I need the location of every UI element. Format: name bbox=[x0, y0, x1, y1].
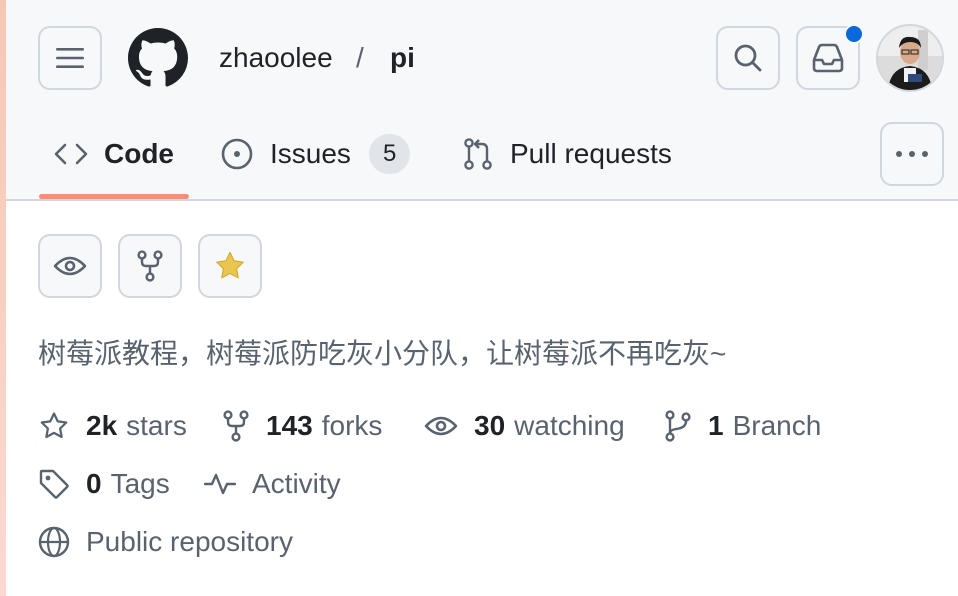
activity-link[interactable]: Activity bbox=[204, 468, 341, 500]
forks-label: forks bbox=[321, 410, 383, 441]
tags-count: 0 bbox=[86, 468, 102, 499]
branch-label: Branch bbox=[732, 410, 822, 441]
stars-link[interactable]: 2k stars bbox=[38, 410, 187, 442]
tab-pull-requests[interactable]: Pull requests bbox=[462, 124, 672, 184]
tag-icon bbox=[39, 469, 69, 499]
star-button[interactable] bbox=[198, 234, 262, 298]
code-icon bbox=[54, 143, 88, 165]
tab-pull-requests-label: Pull requests bbox=[510, 138, 672, 169]
more-tabs-button[interactable] bbox=[880, 122, 944, 186]
notification-dot bbox=[844, 24, 864, 44]
tab-issues[interactable]: Issues 5 bbox=[220, 124, 411, 184]
forks-link[interactable]: 143 forks bbox=[222, 410, 382, 442]
pulse-icon bbox=[204, 473, 236, 495]
repo-forked-icon bbox=[223, 410, 249, 442]
branches-link[interactable]: 1 Branch bbox=[664, 410, 821, 442]
eye-icon bbox=[424, 416, 458, 436]
visibility-label: Public repository bbox=[86, 526, 293, 557]
repo-forked-icon bbox=[137, 250, 163, 282]
menu-button[interactable] bbox=[38, 26, 102, 90]
forks-count: 143 bbox=[266, 410, 313, 441]
user-avatar[interactable] bbox=[876, 24, 944, 92]
tab-code-label: Code bbox=[104, 138, 174, 169]
watching-count: 30 bbox=[474, 410, 506, 441]
watch-button[interactable] bbox=[38, 234, 102, 298]
git-branch-icon bbox=[665, 410, 691, 442]
eye-icon bbox=[53, 256, 87, 276]
tags-link[interactable]: 0 Tags bbox=[38, 468, 170, 500]
activity-label: Activity bbox=[252, 468, 341, 499]
breadcrumb-separator: / bbox=[356, 42, 364, 73]
repo-header: zhaoolee / pi Code Issues 5 Pull request… bbox=[6, 0, 958, 201]
watchers-link[interactable]: 30 watching bbox=[424, 410, 625, 442]
visibility-info: Public repository bbox=[38, 526, 293, 558]
search-button[interactable] bbox=[716, 26, 780, 90]
star-fill-icon bbox=[216, 251, 244, 279]
branch-count: 1 bbox=[708, 410, 724, 441]
issue-opened-icon bbox=[221, 138, 253, 170]
tab-issues-label: Issues bbox=[270, 138, 351, 169]
breadcrumb-owner[interactable]: zhaoolee bbox=[219, 38, 333, 78]
git-pull-request-icon bbox=[464, 138, 492, 170]
inbox-icon bbox=[812, 43, 844, 73]
search-icon bbox=[734, 44, 762, 72]
github-logo-icon[interactable] bbox=[128, 28, 188, 88]
tags-label: Tags bbox=[110, 468, 170, 499]
stars-label: stars bbox=[126, 410, 187, 441]
selected-tab-indicator bbox=[39, 194, 189, 199]
repo-description: 树莓派教程，树莓派防吃灰小分队，让树莓派不再吃灰~ bbox=[38, 338, 727, 369]
globe-icon bbox=[38, 526, 70, 558]
fork-button[interactable] bbox=[118, 234, 182, 298]
kebab-horizontal-icon bbox=[896, 151, 928, 157]
tab-code[interactable]: Code bbox=[54, 124, 174, 184]
breadcrumb-repo[interactable]: pi bbox=[390, 38, 415, 78]
hamburger-icon bbox=[56, 48, 84, 68]
watching-label: watching bbox=[514, 410, 625, 441]
stars-count: 2k bbox=[86, 410, 118, 441]
issues-counter-badge: 5 bbox=[368, 134, 411, 174]
star-icon bbox=[40, 412, 68, 439]
